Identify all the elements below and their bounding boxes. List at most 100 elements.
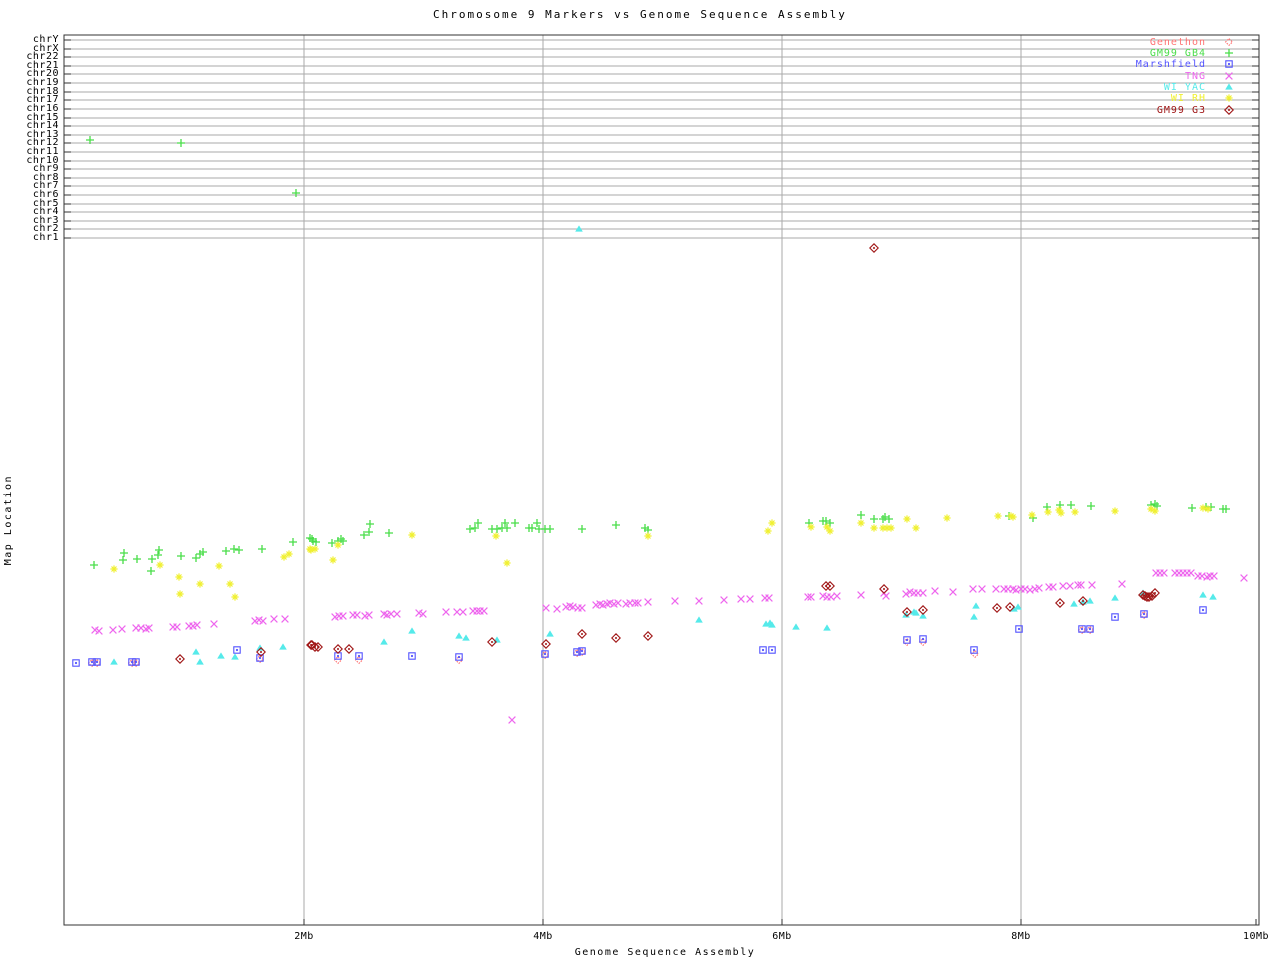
asterisk-icon	[768, 519, 776, 527]
asterisk-icon	[1225, 94, 1233, 102]
diamond-dot-icon	[829, 585, 831, 587]
asterisk-icon	[503, 559, 511, 567]
plus-icon	[885, 515, 893, 523]
legend-label-wi-yac: WI YAC	[1163, 82, 1206, 93]
plus-icon	[870, 515, 878, 523]
plus-icon	[503, 524, 511, 532]
triangle-icon	[462, 634, 470, 641]
x-tick-label-2Mb: 2Mb	[294, 931, 314, 942]
cross-icon	[578, 604, 586, 612]
square-dot-icon	[90, 660, 94, 664]
diamond-dot-icon	[1059, 602, 1061, 604]
x-tick-label-8Mb: 8Mb	[1011, 931, 1031, 942]
cross-icon	[919, 589, 927, 597]
plus-icon	[857, 511, 865, 519]
plus-icon	[192, 554, 200, 562]
plus-icon	[258, 545, 266, 553]
asterisk-icon	[110, 565, 118, 573]
square-dot-icon	[1017, 627, 1021, 631]
asterisk-icon	[196, 580, 204, 588]
triangle-icon	[823, 624, 831, 631]
plus-icon	[147, 567, 155, 575]
plus-icon	[148, 555, 156, 563]
plus-icon	[235, 546, 243, 554]
plus-icon	[230, 545, 238, 553]
diamond-dot-icon	[906, 611, 908, 613]
asterisk-icon	[887, 524, 895, 532]
plus-icon	[155, 546, 163, 554]
cross-icon	[969, 585, 977, 593]
diamond-dot-icon	[1082, 600, 1084, 602]
triangle-icon	[231, 653, 239, 660]
square-dot-icon	[580, 649, 584, 653]
diamond-dot-icon	[996, 607, 998, 609]
plus-icon	[177, 552, 185, 560]
diamond-dot-icon	[1228, 109, 1230, 111]
diamond-dot-icon	[1154, 592, 1156, 594]
cross-icon	[1210, 572, 1218, 580]
y-tick-label-chr1: chr1	[32, 232, 59, 243]
triangle-icon	[792, 623, 800, 630]
square-dot-icon	[761, 648, 765, 652]
plus-icon	[546, 525, 554, 533]
cross-icon	[1187, 569, 1195, 577]
diamond-dot-icon	[647, 635, 649, 637]
cross-icon	[1049, 583, 1057, 591]
square-dot-icon	[1088, 627, 1092, 631]
plus-icon	[511, 519, 519, 527]
asterisk-icon	[644, 532, 652, 540]
cross-icon	[109, 626, 117, 634]
plus-icon	[385, 529, 393, 537]
cross-icon	[281, 615, 289, 623]
chart-canvas: Chromosome 9 Markers vs Genome Sequence …	[0, 0, 1280, 960]
plus-icon	[120, 549, 128, 557]
square-dot-icon	[575, 650, 579, 654]
plus-icon	[1151, 500, 1159, 508]
triangle-icon	[196, 658, 204, 665]
plus-icon	[133, 555, 141, 563]
diamond-dot-icon	[317, 646, 319, 648]
plus-icon	[177, 139, 185, 147]
cross-icon	[508, 716, 516, 724]
asterisk-icon	[903, 515, 911, 523]
square-dot-icon	[921, 637, 925, 641]
square-dot-icon	[357, 654, 361, 658]
triangle-icon	[695, 616, 703, 623]
diamond-dashed-icon	[354, 655, 364, 665]
asterisk-icon	[156, 561, 164, 569]
square-dot-icon	[95, 660, 99, 664]
diamond-dot-icon	[179, 658, 181, 660]
asterisk-icon	[215, 562, 223, 570]
plus-icon	[1087, 502, 1095, 510]
legend-label-marshfield: Marshfield	[1135, 59, 1206, 70]
diamond-dot-icon	[348, 648, 350, 650]
triangle-icon	[380, 638, 388, 645]
plus-icon	[328, 539, 336, 547]
asterisk-icon	[870, 524, 878, 532]
triangle-icon	[970, 613, 978, 620]
asterisk-icon	[764, 527, 772, 535]
plus-icon	[222, 547, 230, 555]
chart-title: Chromosome 9 Markers vs Genome Sequence …	[433, 8, 847, 21]
diamond-dot-icon	[581, 633, 583, 635]
diamond-dot-icon	[615, 637, 617, 639]
plus-icon	[90, 561, 98, 569]
plus-icon	[289, 538, 297, 546]
cross-icon	[1088, 581, 1096, 589]
diamond-dot-icon	[311, 644, 313, 646]
cross-icon	[442, 608, 450, 616]
asterisk-icon	[175, 573, 183, 581]
cross-icon	[1160, 569, 1168, 577]
cross-icon	[1059, 582, 1067, 590]
triangle-icon	[1209, 593, 1217, 600]
triangle-icon	[279, 643, 287, 650]
square-dot-icon	[457, 655, 461, 659]
plus-icon	[612, 521, 620, 529]
cross-icon	[695, 597, 703, 605]
plus-icon	[881, 513, 889, 521]
cross-icon	[453, 608, 461, 616]
diamond-dot-icon	[260, 651, 262, 653]
diamond-dot-icon	[1009, 606, 1011, 608]
legend-label-wi-rh: WI RH	[1170, 93, 1206, 104]
square-dot-icon	[1080, 627, 1084, 631]
